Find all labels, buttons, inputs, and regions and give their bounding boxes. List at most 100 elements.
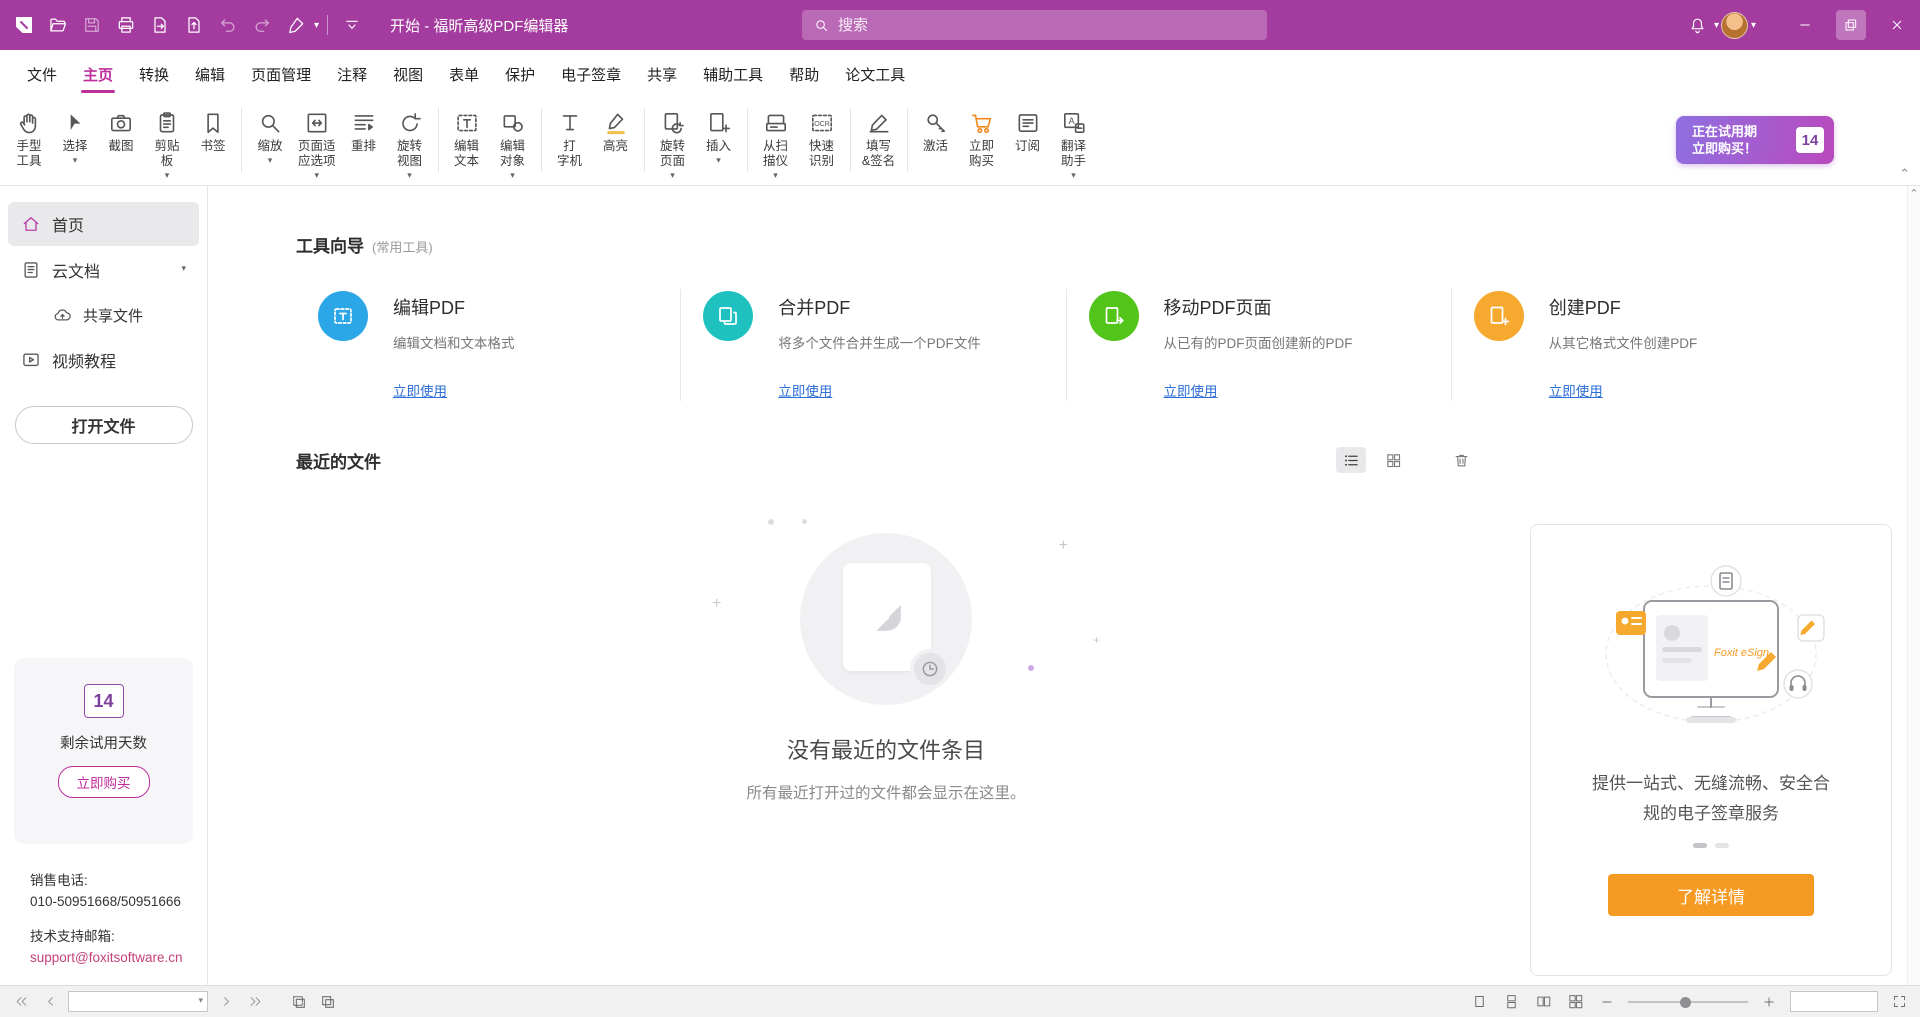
save-button[interactable]: [76, 9, 108, 41]
sidebar-item-home[interactable]: 首页: [8, 202, 199, 246]
ribbon-reflow[interactable]: 重排: [341, 106, 387, 154]
menu-file[interactable]: 文件: [14, 64, 70, 98]
dropdown-caret-icon: [165, 172, 170, 182]
copy-page-button[interactable]: [317, 991, 339, 1013]
page-dropdown-caret-icon[interactable]: [198, 997, 203, 1007]
ribbon-subscribe[interactable]: 订阅: [1005, 106, 1051, 154]
clear-recent-button[interactable]: [1446, 447, 1476, 473]
ribbon-translate-assistant[interactable]: A 翻译 助手: [1051, 106, 1097, 182]
collapse-ribbon-icon[interactable]: [1899, 165, 1910, 183]
ribbon-hand-tool[interactable]: 手型 工具: [6, 106, 52, 169]
single-page-view-button[interactable]: [1468, 991, 1490, 1013]
zoom-percentage-input[interactable]: [1790, 991, 1878, 1012]
ribbon-edit-text[interactable]: 编辑 文本: [444, 106, 490, 169]
undo-button[interactable]: [212, 9, 244, 41]
menu-esign[interactable]: 电子签章: [548, 64, 634, 98]
fullscreen-button[interactable]: [1888, 991, 1910, 1013]
sidebar-item-video-tutorials[interactable]: 视频教程: [8, 338, 199, 382]
ribbon-insert-pages[interactable]: 插入: [696, 106, 742, 167]
open-file-button[interactable]: [42, 9, 74, 41]
close-button[interactable]: [1874, 0, 1920, 50]
menu-edit[interactable]: 编辑: [182, 64, 238, 98]
minimize-button[interactable]: [1782, 0, 1828, 50]
ribbon-snapshot[interactable]: 截图: [98, 106, 144, 154]
menu-form[interactable]: 表单: [436, 64, 492, 98]
account-caret-icon[interactable]: [1751, 20, 1756, 31]
search-input[interactable]: [838, 17, 1255, 34]
ribbon-zoom[interactable]: 缩放: [247, 106, 293, 167]
ribbon-typewriter[interactable]: 打 字机: [547, 106, 593, 169]
menu-convert[interactable]: 转换: [126, 64, 182, 98]
menu-paper-tools[interactable]: 论文工具: [832, 64, 918, 98]
zoom-out-button[interactable]: [1596, 991, 1618, 1013]
tool-card-action-link[interactable]: 立即使用: [778, 380, 832, 400]
page-number-input[interactable]: [73, 995, 198, 1009]
esign-dropdown-caret-icon[interactable]: [314, 20, 319, 31]
previous-page-button[interactable]: [39, 991, 61, 1013]
support-email-link[interactable]: support@foxitsoftware.cn: [30, 950, 183, 965]
ribbon-buy-now[interactable]: 立即 购买: [959, 106, 1005, 169]
tool-card-action-link[interactable]: 立即使用: [1164, 380, 1218, 400]
menu-home[interactable]: 主页: [70, 64, 126, 98]
account-avatar[interactable]: [1719, 9, 1751, 41]
restore-button[interactable]: [1828, 0, 1874, 50]
vertical-scrollbar[interactable]: ⌃: [1907, 186, 1920, 985]
carousel-dots[interactable]: [1693, 843, 1729, 848]
export-pdf-button[interactable]: [144, 9, 176, 41]
page-number-box[interactable]: [68, 991, 208, 1012]
ribbon-rotate-view[interactable]: 旋转 视图: [387, 106, 433, 182]
zoom-in-button[interactable]: [1758, 991, 1780, 1013]
titlebar-separator: [327, 15, 328, 35]
menu-comment[interactable]: 注释: [324, 64, 380, 98]
list-view-button[interactable]: [1336, 447, 1366, 473]
open-file-pill-button[interactable]: 打开文件: [15, 406, 193, 444]
tool-card-action-link[interactable]: 立即使用: [393, 380, 447, 400]
ribbon-fit-options[interactable]: 页面适 应选项: [293, 106, 341, 182]
continuous-view-button[interactable]: [1500, 991, 1522, 1013]
menu-share[interactable]: 共享: [634, 64, 690, 98]
grid-view-button[interactable]: [1378, 447, 1408, 473]
notification-bell-button[interactable]: [1682, 9, 1714, 41]
first-page-button[interactable]: [10, 991, 32, 1013]
sidebar-item-cloud-docs[interactable]: 云文档: [8, 248, 199, 292]
facing-view-button[interactable]: [1532, 991, 1554, 1013]
ribbon-edit-object[interactable]: 编辑 对象: [490, 106, 536, 182]
ribbon-rotate-pages[interactable]: 旋转 页面: [650, 106, 696, 182]
menu-view[interactable]: 视图: [380, 64, 436, 98]
menu-help[interactable]: 帮助: [776, 64, 832, 98]
facing-continuous-view-button[interactable]: [1564, 991, 1586, 1013]
ribbon-from-scanner[interactable]: 从扫 描仪: [753, 106, 799, 182]
menu-protect[interactable]: 保护: [492, 64, 548, 98]
next-page-button[interactable]: [215, 991, 237, 1013]
ribbon-clipboard[interactable]: 剪贴 板: [144, 106, 190, 182]
ribbon-fill-sign[interactable]: 填写 &签名: [856, 106, 902, 169]
expand-caret-icon[interactable]: [181, 265, 186, 275]
print-button[interactable]: [110, 9, 142, 41]
global-search[interactable]: [802, 10, 1267, 40]
ribbon-select-tool[interactable]: 选择: [52, 106, 98, 167]
menu-page-manage[interactable]: 页面管理: [238, 64, 324, 98]
ribbon-separator: [850, 108, 851, 172]
menu-accessibility[interactable]: 辅助工具: [690, 64, 776, 98]
ribbon-bookmark[interactable]: 书签: [190, 106, 236, 154]
camera-icon: [108, 106, 134, 136]
trial-period-badge[interactable]: 正在试用期 立即购买！ 14: [1676, 116, 1834, 164]
ribbon-quick-ocr[interactable]: OCR 快速 识别: [799, 106, 845, 169]
learn-more-button[interactable]: 了解详情: [1608, 874, 1814, 916]
create-pdf-button[interactable]: [178, 9, 210, 41]
esign-tool-button[interactable]: [280, 9, 312, 41]
buy-now-button[interactable]: 立即购买: [58, 766, 150, 798]
clipboard-icon: [154, 106, 180, 136]
newsletter-icon: [1015, 106, 1041, 136]
sidebar-item-shared-files[interactable]: 共享文件: [40, 294, 199, 336]
snapshot-page-button[interactable]: [288, 991, 310, 1013]
customize-quick-access-button[interactable]: [336, 9, 368, 41]
zoom-slider[interactable]: [1628, 995, 1748, 1009]
zoom-slider-thumb[interactable]: [1680, 997, 1691, 1008]
last-page-button[interactable]: [244, 991, 266, 1013]
scroll-up-arrow-icon[interactable]: ⌃: [1909, 187, 1918, 201]
tool-card-action-link[interactable]: 立即使用: [1549, 380, 1603, 400]
redo-button[interactable]: [246, 9, 278, 41]
ribbon-activate[interactable]: 激活: [913, 106, 959, 154]
ribbon-highlight[interactable]: 高亮: [593, 106, 639, 154]
